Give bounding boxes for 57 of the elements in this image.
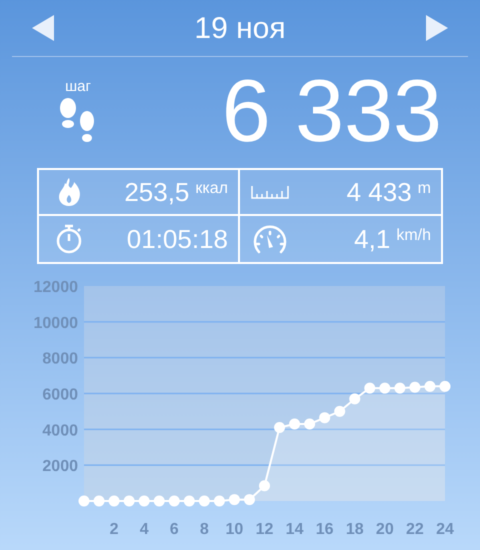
flame-icon: [57, 177, 81, 207]
data-point: [198, 496, 210, 506]
next-arrow-icon[interactable]: [426, 15, 448, 41]
stat-unit: ккал: [195, 181, 228, 197]
data-point: [304, 418, 316, 430]
x-tick-label: 18: [346, 521, 364, 538]
stat-value: 4 433: [346, 179, 412, 205]
steps-label: шаг: [65, 78, 91, 94]
y-tick-label: 8000: [42, 350, 78, 368]
data-point: [108, 496, 120, 506]
data-point: [228, 494, 240, 506]
y-tick-label: 6000: [42, 386, 78, 404]
x-tick-label: 4: [140, 521, 149, 538]
x-tick-label: 16: [316, 521, 334, 538]
stopwatch-icon: [55, 223, 83, 255]
data-point: [364, 382, 376, 394]
stat-unit: m: [418, 181, 431, 197]
data-point: [319, 412, 330, 424]
stat-unit: km/h: [396, 228, 431, 244]
data-point: [349, 393, 360, 404]
data-point: [440, 380, 450, 392]
stat-value: 253,5: [124, 179, 190, 205]
data-point: [94, 496, 105, 506]
x-tick-label: 2: [110, 521, 119, 538]
data-point: [78, 496, 90, 506]
x-tick-label: 6: [170, 521, 179, 538]
x-tick-label: 14: [286, 521, 304, 538]
stat-value: 4,1: [354, 226, 390, 252]
data-point: [244, 494, 255, 506]
data-point: [168, 496, 180, 506]
data-point: [334, 406, 346, 417]
speedometer-icon: [251, 223, 289, 255]
data-point: [394, 382, 406, 394]
previous-arrow-icon[interactable]: [32, 15, 54, 41]
data-point: [138, 496, 150, 506]
data-point: [259, 480, 270, 492]
x-tick-label: 20: [376, 521, 394, 538]
data-point: [424, 380, 436, 392]
date-title: 19 ноя: [194, 10, 286, 46]
data-point: [289, 418, 300, 430]
data-point: [409, 382, 420, 393]
y-tick-label: 2000: [42, 458, 78, 476]
ruler-icon: [251, 185, 289, 199]
y-tick-label: 4000: [42, 422, 78, 440]
x-tick-label: 10: [226, 521, 244, 538]
data-point: [154, 496, 165, 506]
x-tick-label: 22: [406, 521, 424, 538]
x-tick-label: 12: [256, 521, 274, 538]
data-point: [214, 496, 225, 506]
step-count: 6 333: [222, 67, 442, 155]
x-tick-label: 24: [436, 521, 454, 538]
stat-value: 01:05:18: [126, 226, 228, 252]
x-tick-label: 8: [200, 521, 209, 538]
data-point: [184, 496, 195, 506]
data-point: [124, 496, 135, 506]
data-point: [274, 422, 286, 434]
data-point: [379, 382, 390, 394]
